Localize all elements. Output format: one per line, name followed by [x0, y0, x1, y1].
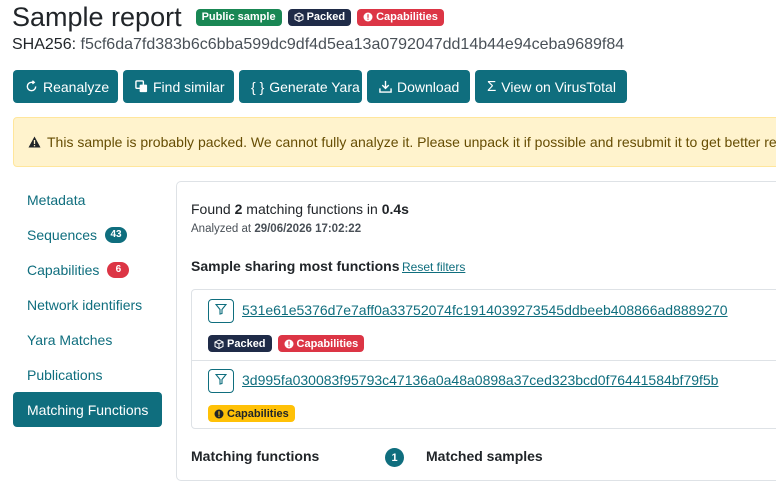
- capabilities-badge: Capabilities: [357, 8, 444, 26]
- virustotal-label: View on VirusTotal: [501, 78, 616, 95]
- view-on-virustotal-button[interactable]: Σ View on VirusTotal: [475, 70, 627, 103]
- sha256-row: SHA256: f5cf6da7fd383b6c6bba599dc9df4d5e…: [12, 36, 624, 54]
- download-button[interactable]: Download: [367, 70, 470, 103]
- list-item: 3d995fa030083f95793c47136a0a48a0898a37ce…: [192, 360, 776, 430]
- found-time: 0.4s: [381, 201, 409, 217]
- public-sample-badge: Public sample: [195, 8, 282, 26]
- sidebar-item-network-identifiers[interactable]: Network identifiers: [13, 287, 162, 322]
- sequences-count-badge: 43: [105, 226, 128, 243]
- found-count: 2: [234, 201, 243, 217]
- matched-samples-label: Matched samples: [426, 448, 543, 464]
- sigma-icon: Σ: [487, 78, 497, 95]
- analyzed-timestamp: 29/06/2026 17:02:22: [254, 223, 362, 235]
- funnel-icon: [214, 302, 228, 320]
- page-title: Sample report: [12, 1, 182, 32]
- box-icon: [214, 338, 224, 349]
- capabilities-badge-label: Capabilities: [376, 11, 438, 23]
- exclamation-circle-icon: [363, 12, 373, 22]
- sidebar-item-yara-matches[interactable]: Yara Matches: [13, 322, 162, 357]
- copy-icon: [135, 80, 148, 93]
- sidebar-item-metadata[interactable]: Metadata: [13, 182, 162, 217]
- download-icon: [379, 80, 392, 93]
- sidebar-item-publications[interactable]: Publications: [13, 357, 162, 392]
- exclamation-circle-icon: [214, 409, 224, 419]
- sample-list: 531e61e5376d7e7aff0a33752074fc1914039273…: [191, 289, 776, 429]
- capabilities-badge: Capabilities: [208, 405, 295, 422]
- sample-badges: Capabilities: [208, 405, 295, 422]
- reanalyze-label: Reanalyze: [43, 78, 110, 95]
- sidebar-item-sequences[interactable]: Sequences 43: [13, 217, 162, 252]
- public-sample-badge-label: Public sample: [201, 11, 276, 23]
- sha256-label: SHA256:: [12, 36, 77, 53]
- packed-badge-label: Packed: [227, 337, 266, 350]
- title-row: Sample report Public sample Packed Capab…: [12, 0, 444, 34]
- analyzed-at: Analyzed at 29/06/2026 17:02:22: [191, 223, 361, 235]
- generate-yara-button[interactable]: { } Generate Yara: [239, 70, 362, 103]
- matching-functions-count: 1: [385, 448, 404, 467]
- list-item: 531e61e5376d7e7aff0a33752074fc1914039273…: [192, 290, 776, 361]
- sidebar-item-label: Publications: [27, 366, 103, 383]
- packed-badge: Packed: [208, 335, 272, 352]
- capabilities-badge-label: Capabilities: [296, 337, 359, 350]
- warning-triangle-icon: [28, 136, 47, 148]
- analyzed-prefix: Analyzed at: [191, 223, 252, 235]
- exclamation-circle-icon: [284, 339, 294, 349]
- reset-filters-link[interactable]: Reset filters: [402, 260, 465, 274]
- report-sidebar: Metadata Sequences 43 Capabilities 6 Net…: [13, 182, 162, 427]
- sidebar-item-label: Metadata: [27, 191, 86, 208]
- sample-hash-link[interactable]: 3d995fa030083f95793c47136a0a48a0898a37ce…: [242, 372, 718, 388]
- sidebar-item-label: Capabilities: [27, 261, 100, 278]
- found-prefix: Found: [191, 201, 231, 217]
- find-similar-button[interactable]: Find similar: [123, 70, 234, 103]
- braces-icon: { }: [251, 78, 265, 95]
- capabilities-badge: Capabilities: [277, 335, 365, 352]
- filter-button[interactable]: [208, 299, 234, 323]
- matching-functions-panel: Found 2 matching functions in 0.4s Analy…: [176, 181, 776, 481]
- alert-text: This sample is probably packed. We canno…: [47, 134, 776, 150]
- sample-badges: Packed Capabilities: [208, 335, 365, 352]
- sidebar-item-label: Sequences: [27, 226, 98, 243]
- sidebar-item-label: Network identifiers: [27, 296, 143, 313]
- sha256-value: f5cf6da7fd383b6c6bba599dc9df4d5ea13a0792…: [80, 36, 625, 53]
- found-summary: Found 2 matching functions in 0.4s: [191, 201, 409, 217]
- funnel-icon: [214, 372, 228, 390]
- packed-badge-label: Packed: [306, 11, 346, 23]
- download-label: Download: [397, 78, 460, 95]
- refresh-icon: [25, 80, 38, 93]
- capabilities-count-badge: 6: [107, 261, 130, 278]
- capabilities-badge-label: Capabilities: [227, 407, 289, 420]
- packed-badge: Packed: [287, 8, 352, 26]
- matching-functions-label: Matching functions: [191, 448, 320, 464]
- sidebar-item-capabilities[interactable]: Capabilities 6: [13, 252, 162, 287]
- find-similar-label: Find similar: [153, 78, 225, 95]
- action-toolbar: Reanalyze Find similar { } Generate Yara…: [13, 70, 627, 103]
- filter-button[interactable]: [208, 369, 234, 393]
- box-icon: [294, 12, 304, 22]
- section-title: Sample sharing most functions: [191, 258, 400, 274]
- sidebar-item-label: Yara Matches: [27, 331, 113, 348]
- sidebar-item-matching-functions[interactable]: Matching Functions: [13, 392, 162, 427]
- packed-warning-alert: This sample is probably packed. We canno…: [13, 117, 776, 167]
- sidebar-item-label: Matching Functions: [27, 401, 149, 418]
- generate-yara-label: Generate Yara: [269, 78, 360, 95]
- reanalyze-button[interactable]: Reanalyze: [13, 70, 118, 103]
- found-middle: matching functions in: [246, 201, 378, 217]
- sample-hash-link[interactable]: 531e61e5376d7e7aff0a33752074fc1914039273…: [242, 302, 728, 318]
